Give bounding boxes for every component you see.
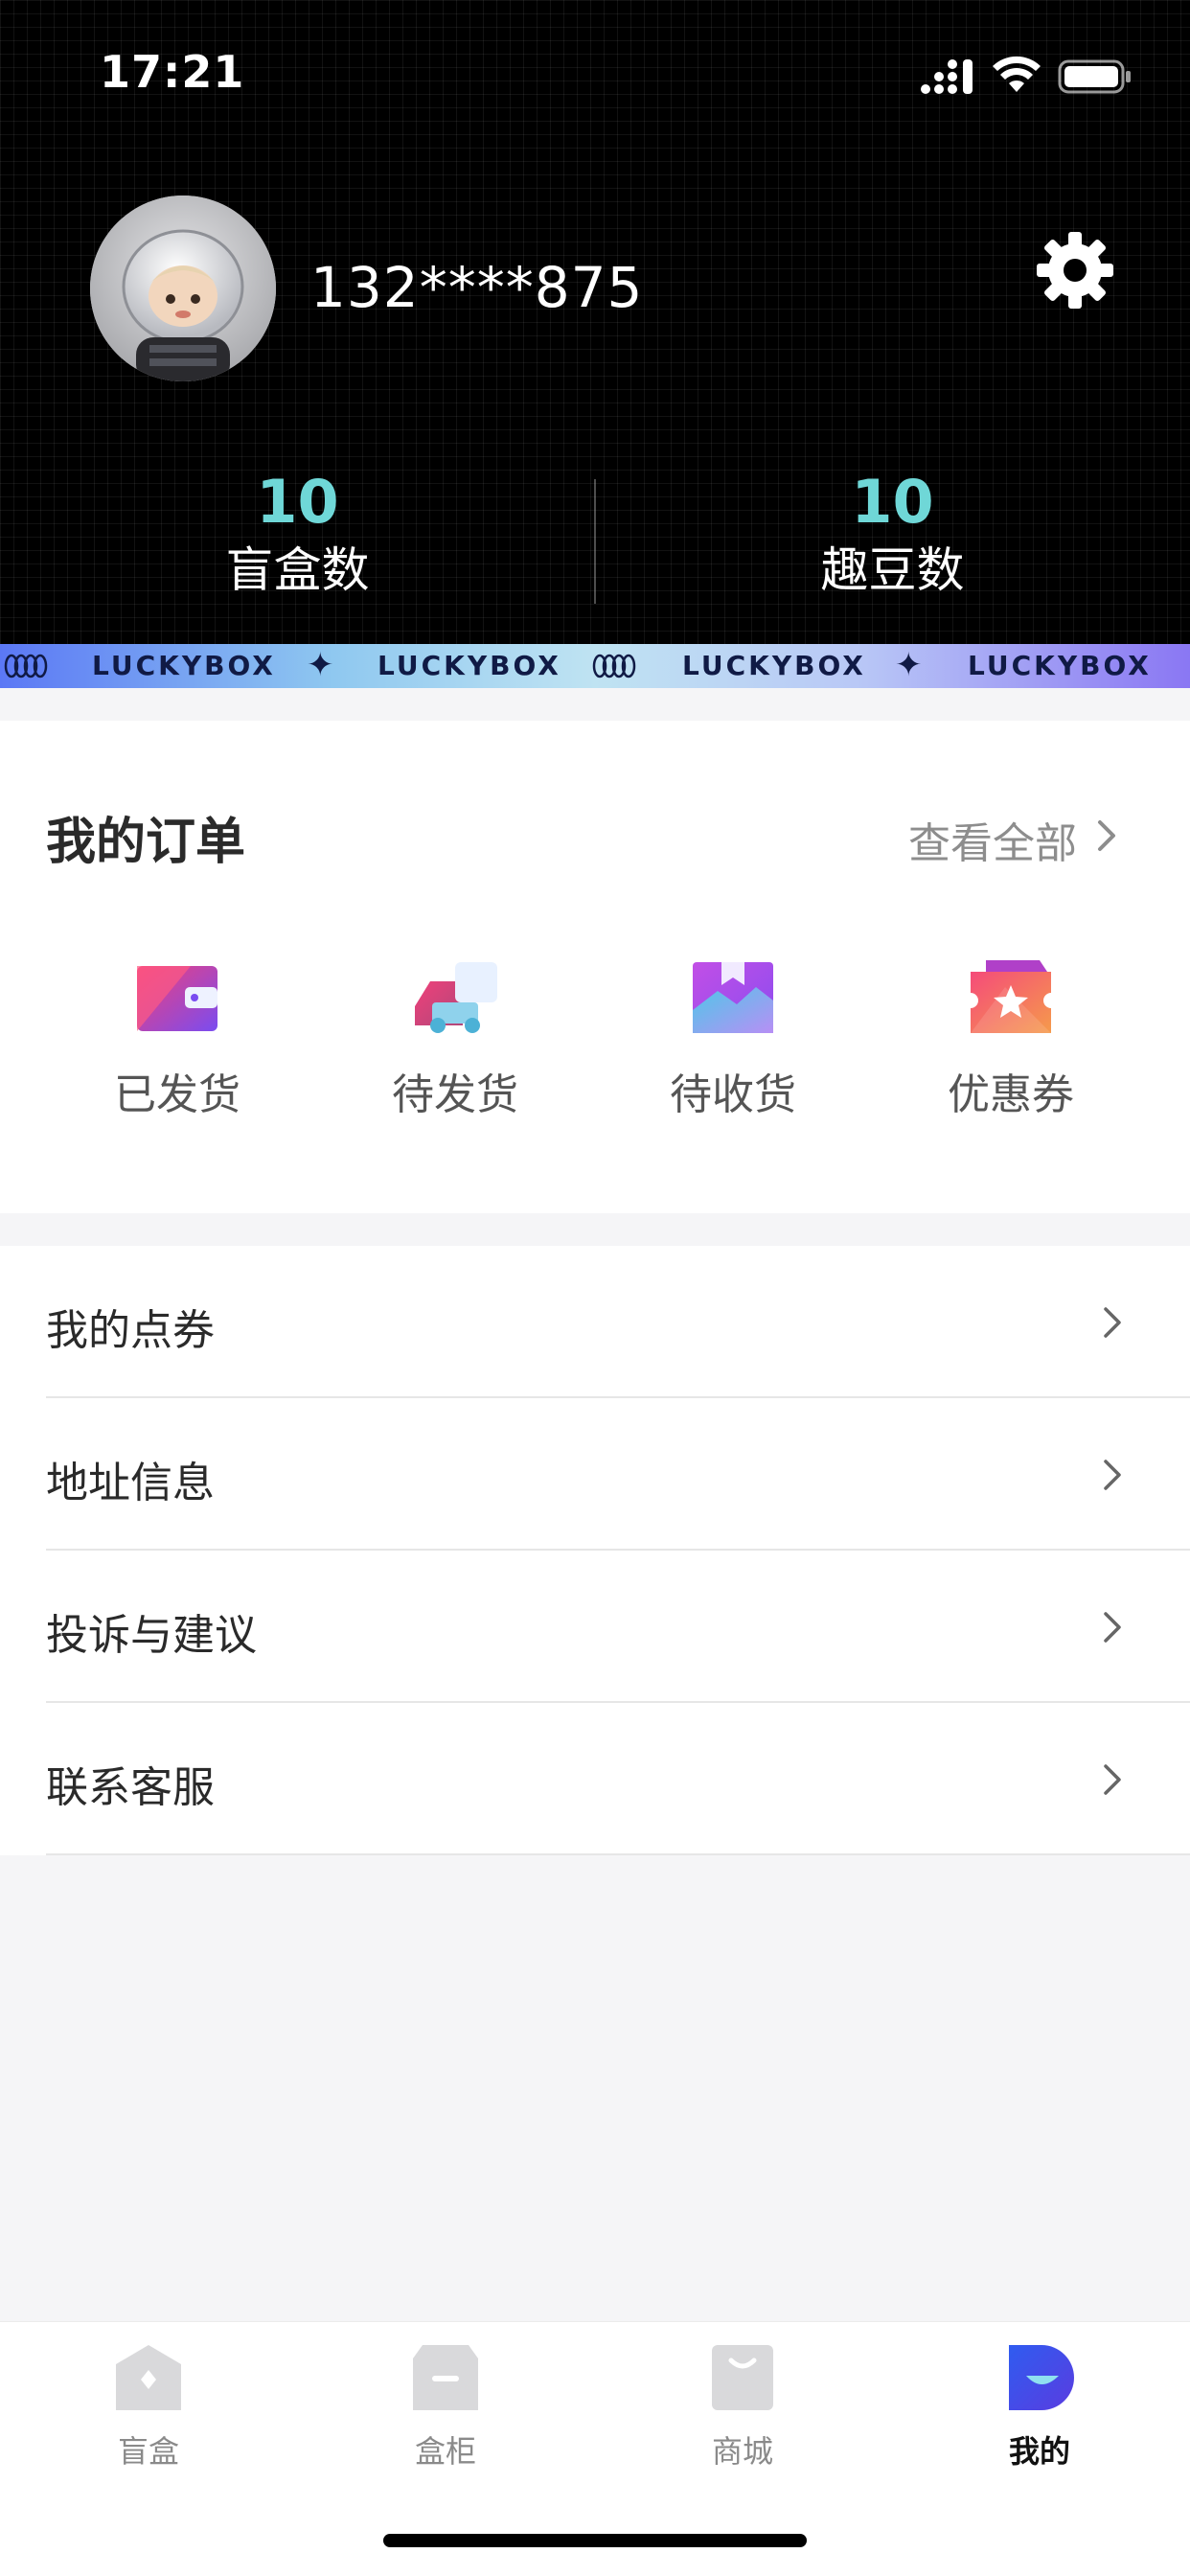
coupon-icon <box>971 960 1051 1033</box>
tab-mall[interactable]: 商城 <box>647 2341 838 2472</box>
delivery-truck-icon <box>415 962 497 1033</box>
blind-box-count-stat[interactable]: 10 盲盒数 <box>0 468 595 604</box>
profile-header: 17:21 132****875 10 盲盒数 10 趣豆数 <box>0 0 1190 644</box>
order-pending-receipt[interactable]: 待收货 <box>618 958 848 1121</box>
banner-text: LUCKYBOX <box>968 650 1152 681</box>
tab-label: 我的 <box>1008 2433 1070 2470</box>
order-shipped-label: 已发货 <box>114 1070 240 1119</box>
tab-label: 盲盒 <box>117 2433 179 2470</box>
settings-gear-icon[interactable] <box>1033 228 1117 312</box>
package-box-icon <box>693 962 773 1033</box>
menu-item-label: 地址信息 <box>46 1459 215 1507</box>
wifi-icon <box>993 56 1041 92</box>
banner-text: LUCKYBOX <box>378 650 561 681</box>
profile-icon <box>1009 2345 1074 2410</box>
rings-decoration-icon <box>4 654 48 678</box>
fun-bean-count-label: 趣豆数 <box>820 542 965 598</box>
tab-label: 商城 <box>711 2433 773 2470</box>
avatar[interactable] <box>90 196 276 381</box>
settings-menu-list: 我的点券 地址信息 投诉与建议 联系客服 <box>0 1246 1190 1855</box>
astronaut-avatar-icon <box>90 196 276 381</box>
box-cabinet-icon <box>413 2345 478 2410</box>
chevron-right-icon <box>1104 1764 1121 1795</box>
chevron-right-icon <box>1104 1460 1121 1490</box>
order-shipped[interactable]: 已发货 <box>62 958 292 1121</box>
blind-box-icon <box>116 2345 181 2410</box>
tab-mine[interactable]: 我的 <box>944 2341 1135 2472</box>
chevron-right-icon <box>1104 1612 1121 1643</box>
menu-item-label: 投诉与建议 <box>46 1611 257 1660</box>
order-coupons[interactable]: 优惠券 <box>896 958 1126 1121</box>
divider <box>46 1853 1190 1855</box>
fun-bean-count-value: 10 <box>851 467 934 537</box>
rings-decoration-icon <box>592 654 636 678</box>
my-orders-card: 我的订单 查看全部 已发货 待发货 待收货 优惠券 <box>0 721 1190 1213</box>
orders-title: 我的订单 <box>46 814 246 871</box>
sparkle-icon: ✦ <box>307 646 334 684</box>
status-time: 17:21 <box>100 46 245 98</box>
tab-blind-box[interactable]: 盲盒 <box>53 2341 244 2472</box>
menu-item-label: 联系客服 <box>46 1763 215 1812</box>
status-bar: 17:21 <box>0 0 1190 144</box>
blind-box-count-value: 10 <box>256 467 339 537</box>
menu-item-complaints-suggestions[interactable]: 投诉与建议 <box>0 1551 1190 1703</box>
order-pending-shipment-label: 待发货 <box>392 1070 518 1119</box>
order-pending-receipt-label: 待收货 <box>670 1070 796 1119</box>
menu-item-contact-support[interactable]: 联系客服 <box>0 1703 1190 1855</box>
chevron-right-icon[interactable] <box>1096 816 1119 855</box>
menu-item-label: 我的点券 <box>46 1306 215 1355</box>
sparkle-icon: ✦ <box>895 646 923 684</box>
view-all-orders-link[interactable]: 查看全部 <box>908 809 1077 870</box>
shopping-bag-icon <box>712 2345 773 2410</box>
order-pending-shipment[interactable]: 待发货 <box>340 958 570 1121</box>
luckybox-banner: LUCKYBOX ✦ LUCKYBOX LUCKYBOX ✦ LUCKYBOX <box>0 644 1190 688</box>
menu-item-my-vouchers[interactable]: 我的点券 <box>0 1246 1190 1398</box>
chevron-right-icon <box>1104 1307 1121 1338</box>
order-coupons-label: 优惠券 <box>948 1070 1074 1119</box>
fun-bean-count-stat[interactable]: 10 趣豆数 <box>595 468 1190 604</box>
menu-item-address-info[interactable]: 地址信息 <box>0 1398 1190 1551</box>
battery-icon <box>1058 59 1131 94</box>
banner-text: LUCKYBOX <box>682 650 866 681</box>
username: 132****875 <box>310 255 644 320</box>
banner-text: LUCKYBOX <box>92 650 276 681</box>
wallet-icon <box>137 966 217 1031</box>
home-indicator[interactable] <box>383 2534 807 2547</box>
tab-box-cabinet[interactable]: 盒柜 <box>350 2341 541 2472</box>
blind-box-count-label: 盲盒数 <box>225 542 370 598</box>
cellular-signal-icon <box>921 59 973 94</box>
tab-label: 盒柜 <box>414 2433 476 2470</box>
